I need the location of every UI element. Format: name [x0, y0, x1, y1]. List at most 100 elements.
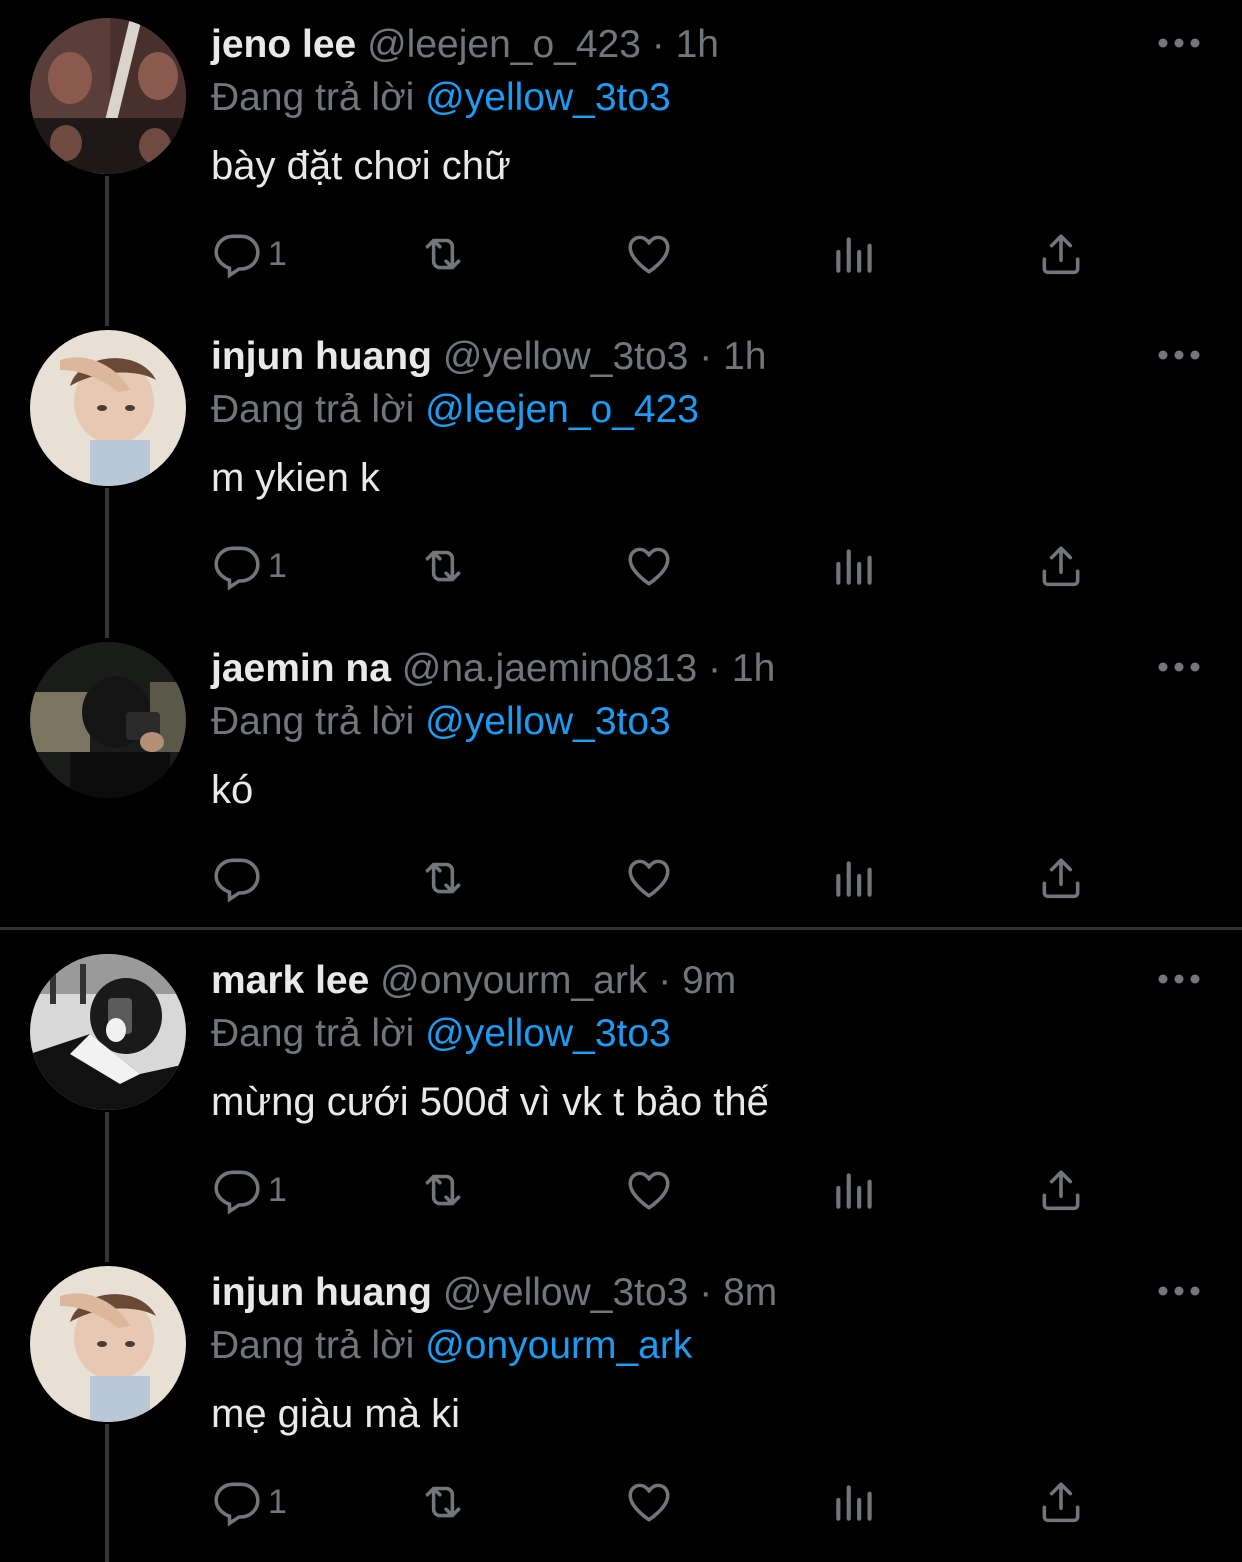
like-icon [628, 1483, 670, 1522]
retweet-icon [425, 1486, 461, 1518]
reply-button[interactable]: 1 [212, 540, 287, 592]
retweet-icon [425, 238, 461, 270]
share-icon [1042, 234, 1080, 275]
share-button[interactable] [1036, 228, 1086, 280]
avatar[interactable] [30, 18, 186, 174]
like-button[interactable] [624, 1476, 674, 1528]
retweet-button[interactable] [418, 1476, 468, 1528]
reply-button[interactable] [212, 852, 268, 904]
retweet-icon [425, 862, 461, 894]
more-button[interactable] [1156, 28, 1202, 58]
more-button[interactable] [1156, 652, 1202, 682]
reply-button[interactable]: 1 [212, 228, 287, 280]
timestamp[interactable]: 1h [723, 335, 766, 378]
display-name[interactable]: jaemin na [211, 647, 391, 690]
retweet-button[interactable] [418, 852, 468, 904]
share-button[interactable] [1036, 1476, 1086, 1528]
more-button[interactable] [1156, 340, 1202, 370]
replying-to-label: Đang trả lời [211, 700, 415, 743]
tweet-header: mark lee @onyourm_ark · 9m [211, 956, 736, 1006]
display-name[interactable]: injun huang [211, 1271, 432, 1314]
tweet[interactable]: mark lee @onyourm_ark · 9m Đang trả lời … [0, 936, 1242, 1248]
mention-link[interactable]: @onyourm_ark [425, 1324, 692, 1367]
action-bar [0, 832, 1242, 928]
reply-icon [214, 546, 260, 591]
tweet-text: mừng cưới 500đ vì vk t bảo thế [211, 1080, 769, 1124]
avatar[interactable] [30, 1266, 186, 1422]
separator: · [658, 959, 672, 1002]
more-icon [1158, 974, 1200, 984]
avatar[interactable] [30, 954, 186, 1110]
action-bar: 1 [0, 520, 1242, 616]
display-name[interactable]: jeno lee [211, 23, 356, 66]
like-button[interactable] [624, 540, 674, 592]
avatar-photo [30, 642, 186, 798]
more-button[interactable] [1156, 1276, 1202, 1306]
reply-button[interactable]: 1 [212, 1164, 287, 1216]
tweet[interactable]: jeno lee @leejen_o_423 · 1h Đang trả lời… [0, 0, 1242, 312]
display-name[interactable]: injun huang [211, 335, 432, 378]
avatar-photo [30, 18, 186, 174]
username[interactable]: @yellow_3to3 [443, 335, 689, 378]
mention-link[interactable]: @yellow_3to3 [425, 76, 671, 119]
views-button[interactable] [830, 540, 880, 592]
more-icon [1158, 38, 1200, 48]
replying-to: Đang trả lời @onyourm_ark [211, 1321, 692, 1371]
share-button[interactable] [1036, 540, 1086, 592]
retweet-button[interactable] [418, 1164, 468, 1216]
share-button[interactable] [1036, 1164, 1086, 1216]
replying-to: Đang trả lời @leejen_o_423 [211, 385, 699, 435]
tweet[interactable]: injun huang @yellow_3to3 · 1h Đang trả l… [0, 312, 1242, 624]
separator: · [699, 1271, 713, 1314]
retweet-icon [425, 1174, 461, 1206]
replying-to-label: Đang trả lời [211, 1012, 415, 1055]
retweet-button[interactable] [418, 228, 468, 280]
username[interactable]: @onyourm_ark [380, 959, 647, 1002]
username[interactable]: @na.jaemin0813 [402, 647, 697, 690]
views-button[interactable] [830, 1164, 880, 1216]
mention-link[interactable]: @yellow_3to3 [425, 1012, 671, 1055]
views-icon [836, 549, 872, 585]
more-button[interactable] [1156, 964, 1202, 994]
separator: · [651, 23, 665, 66]
reply-icon [214, 1482, 260, 1527]
tweet-text: kó [211, 768, 254, 812]
mention-link[interactable]: @yellow_3to3 [425, 700, 671, 743]
like-button[interactable] [624, 228, 674, 280]
retweet-icon [425, 550, 461, 582]
share-icon [1042, 858, 1080, 899]
tweet[interactable]: injun huang @yellow_3to3 · 8m Đang trả l… [0, 1248, 1242, 1560]
views-button[interactable] [830, 852, 880, 904]
avatar[interactable] [30, 330, 186, 486]
share-icon [1042, 546, 1080, 587]
action-bar: 1 [0, 1456, 1242, 1552]
avatar-photo [30, 330, 186, 486]
views-button[interactable] [830, 1476, 880, 1528]
like-button[interactable] [624, 1164, 674, 1216]
replying-to: Đang trả lời @yellow_3to3 [211, 697, 671, 747]
mention-link[interactable]: @leejen_o_423 [425, 388, 699, 431]
separator: · [708, 647, 722, 690]
tweet[interactable]: jaemin na @na.jaemin0813 · 1h Đang trả l… [0, 624, 1242, 936]
share-button[interactable] [1036, 852, 1086, 904]
timestamp[interactable]: 1h [732, 647, 775, 690]
tweet-header: injun huang @yellow_3to3 · 8m [211, 1268, 777, 1318]
timestamp[interactable]: 9m [682, 959, 736, 1002]
timestamp[interactable]: 1h [676, 23, 719, 66]
retweet-button[interactable] [418, 540, 468, 592]
reply-count: 1 [268, 234, 287, 273]
timestamp[interactable]: 8m [723, 1271, 777, 1314]
username[interactable]: @yellow_3to3 [443, 1271, 689, 1314]
more-icon [1158, 350, 1200, 360]
reply-button[interactable]: 1 [212, 1476, 287, 1528]
reply-icon [214, 858, 260, 903]
views-button[interactable] [830, 228, 880, 280]
username[interactable]: @leejen_o_423 [367, 23, 641, 66]
share-icon [1042, 1170, 1080, 1211]
display-name[interactable]: mark lee [211, 959, 369, 1002]
like-button[interactable] [624, 852, 674, 904]
avatar[interactable] [30, 642, 186, 798]
tweet-header: jeno lee @leejen_o_423 · 1h [211, 20, 719, 70]
like-icon [628, 859, 670, 898]
reply-count: 1 [268, 1482, 287, 1521]
